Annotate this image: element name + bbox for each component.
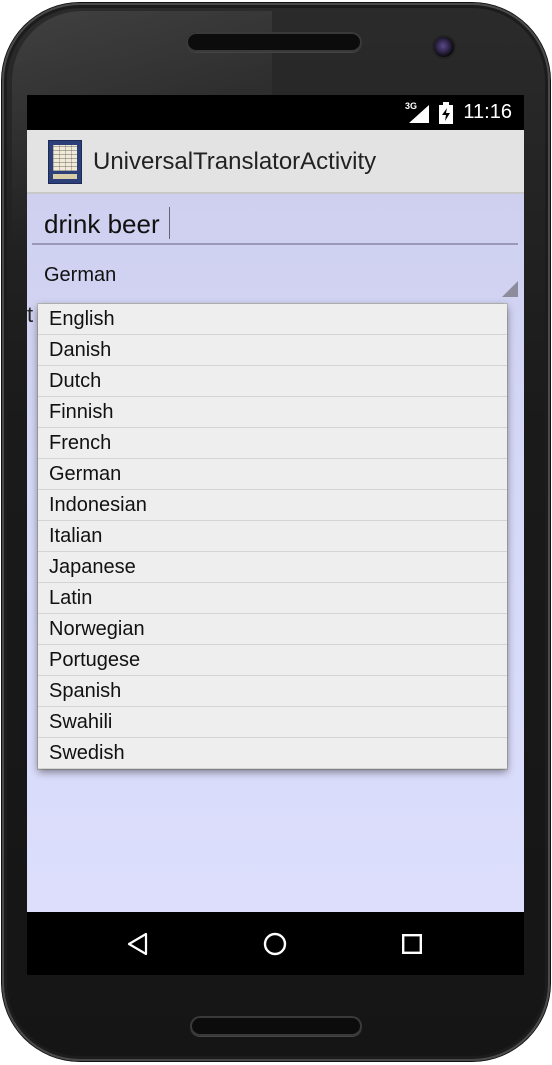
top-speaker: [186, 32, 362, 52]
dropdown-item[interactable]: Norwegian: [38, 614, 507, 645]
status-bar: 3G 11:16: [27, 95, 524, 130]
dropdown-item-label: Dutch: [49, 370, 102, 392]
dropdown-item-label: Spanish: [49, 680, 122, 702]
screen: 3G 11:16 UniversalTranslatorActivity dri…: [27, 95, 524, 975]
back-icon[interactable]: [126, 932, 150, 956]
spinner-selected-value: German: [44, 264, 117, 286]
app-icon-page: [53, 145, 77, 171]
dropdown-item[interactable]: French: [38, 428, 507, 459]
main-content: drink beer German t English Danish Dutch…: [27, 194, 524, 912]
dropdown-item[interactable]: Latin: [38, 583, 507, 614]
battery-charging-icon: [439, 102, 453, 124]
dropdown-item-label: Norwegian: [49, 618, 145, 640]
dropdown-item[interactable]: Indonesian: [38, 490, 507, 521]
text-caret: [169, 207, 170, 239]
dropdown-item[interactable]: Swahili: [38, 707, 507, 738]
navigation-bar: [27, 912, 524, 975]
dropdown-item[interactable]: Spanish: [38, 676, 507, 707]
home-icon[interactable]: [263, 932, 287, 956]
dropdown-item-label: English: [49, 308, 115, 330]
recents-icon[interactable]: [402, 934, 422, 954]
signal-icon: [409, 105, 429, 123]
app-title: UniversalTranslatorActivity: [93, 148, 377, 175]
dropdown-item-label: German: [49, 463, 122, 485]
language-spinner[interactable]: German: [32, 255, 518, 297]
dropdown-item[interactable]: Swedish: [38, 738, 507, 769]
spinner-arrow-icon: [502, 281, 518, 297]
dropdown-item-label: Indonesian: [49, 494, 147, 516]
front-camera-icon: [434, 37, 454, 57]
dropdown-item[interactable]: Italian: [38, 521, 507, 552]
dropdown-item[interactable]: Danish: [38, 335, 507, 366]
dropdown-item-label: Finnish: [49, 401, 114, 423]
language-dropdown: English Danish Dutch Finnish French Germ…: [38, 304, 507, 769]
input-value: drink beer: [44, 209, 160, 239]
dropdown-item-label: Danish: [49, 339, 112, 361]
dropdown-item[interactable]: Japanese: [38, 552, 507, 583]
translate-input[interactable]: drink beer: [32, 199, 518, 245]
dropdown-item-label: Portugese: [49, 649, 141, 671]
partial-label: t: [27, 302, 34, 327]
dropdown-item[interactable]: Dutch: [38, 366, 507, 397]
app-icon[interactable]: [48, 140, 82, 184]
dropdown-item-label: Italian: [49, 525, 103, 547]
action-bar: UniversalTranslatorActivity: [27, 130, 524, 194]
dropdown-item-label: Japanese: [49, 556, 136, 578]
dropdown-item[interactable]: English: [38, 304, 507, 335]
status-time: 11:16: [463, 101, 512, 123]
dropdown-item-label: French: [49, 432, 112, 454]
app-icon-footer: [53, 174, 77, 179]
dropdown-item[interactable]: Finnish: [38, 397, 507, 428]
dropdown-item-label: Swedish: [49, 742, 125, 764]
bottom-speaker: [190, 1016, 362, 1036]
dropdown-item[interactable]: Portugese: [38, 645, 507, 676]
dropdown-item-label: Latin: [49, 587, 93, 609]
dropdown-item-label: Swahili: [49, 711, 113, 733]
dropdown-item[interactable]: German: [38, 459, 507, 490]
